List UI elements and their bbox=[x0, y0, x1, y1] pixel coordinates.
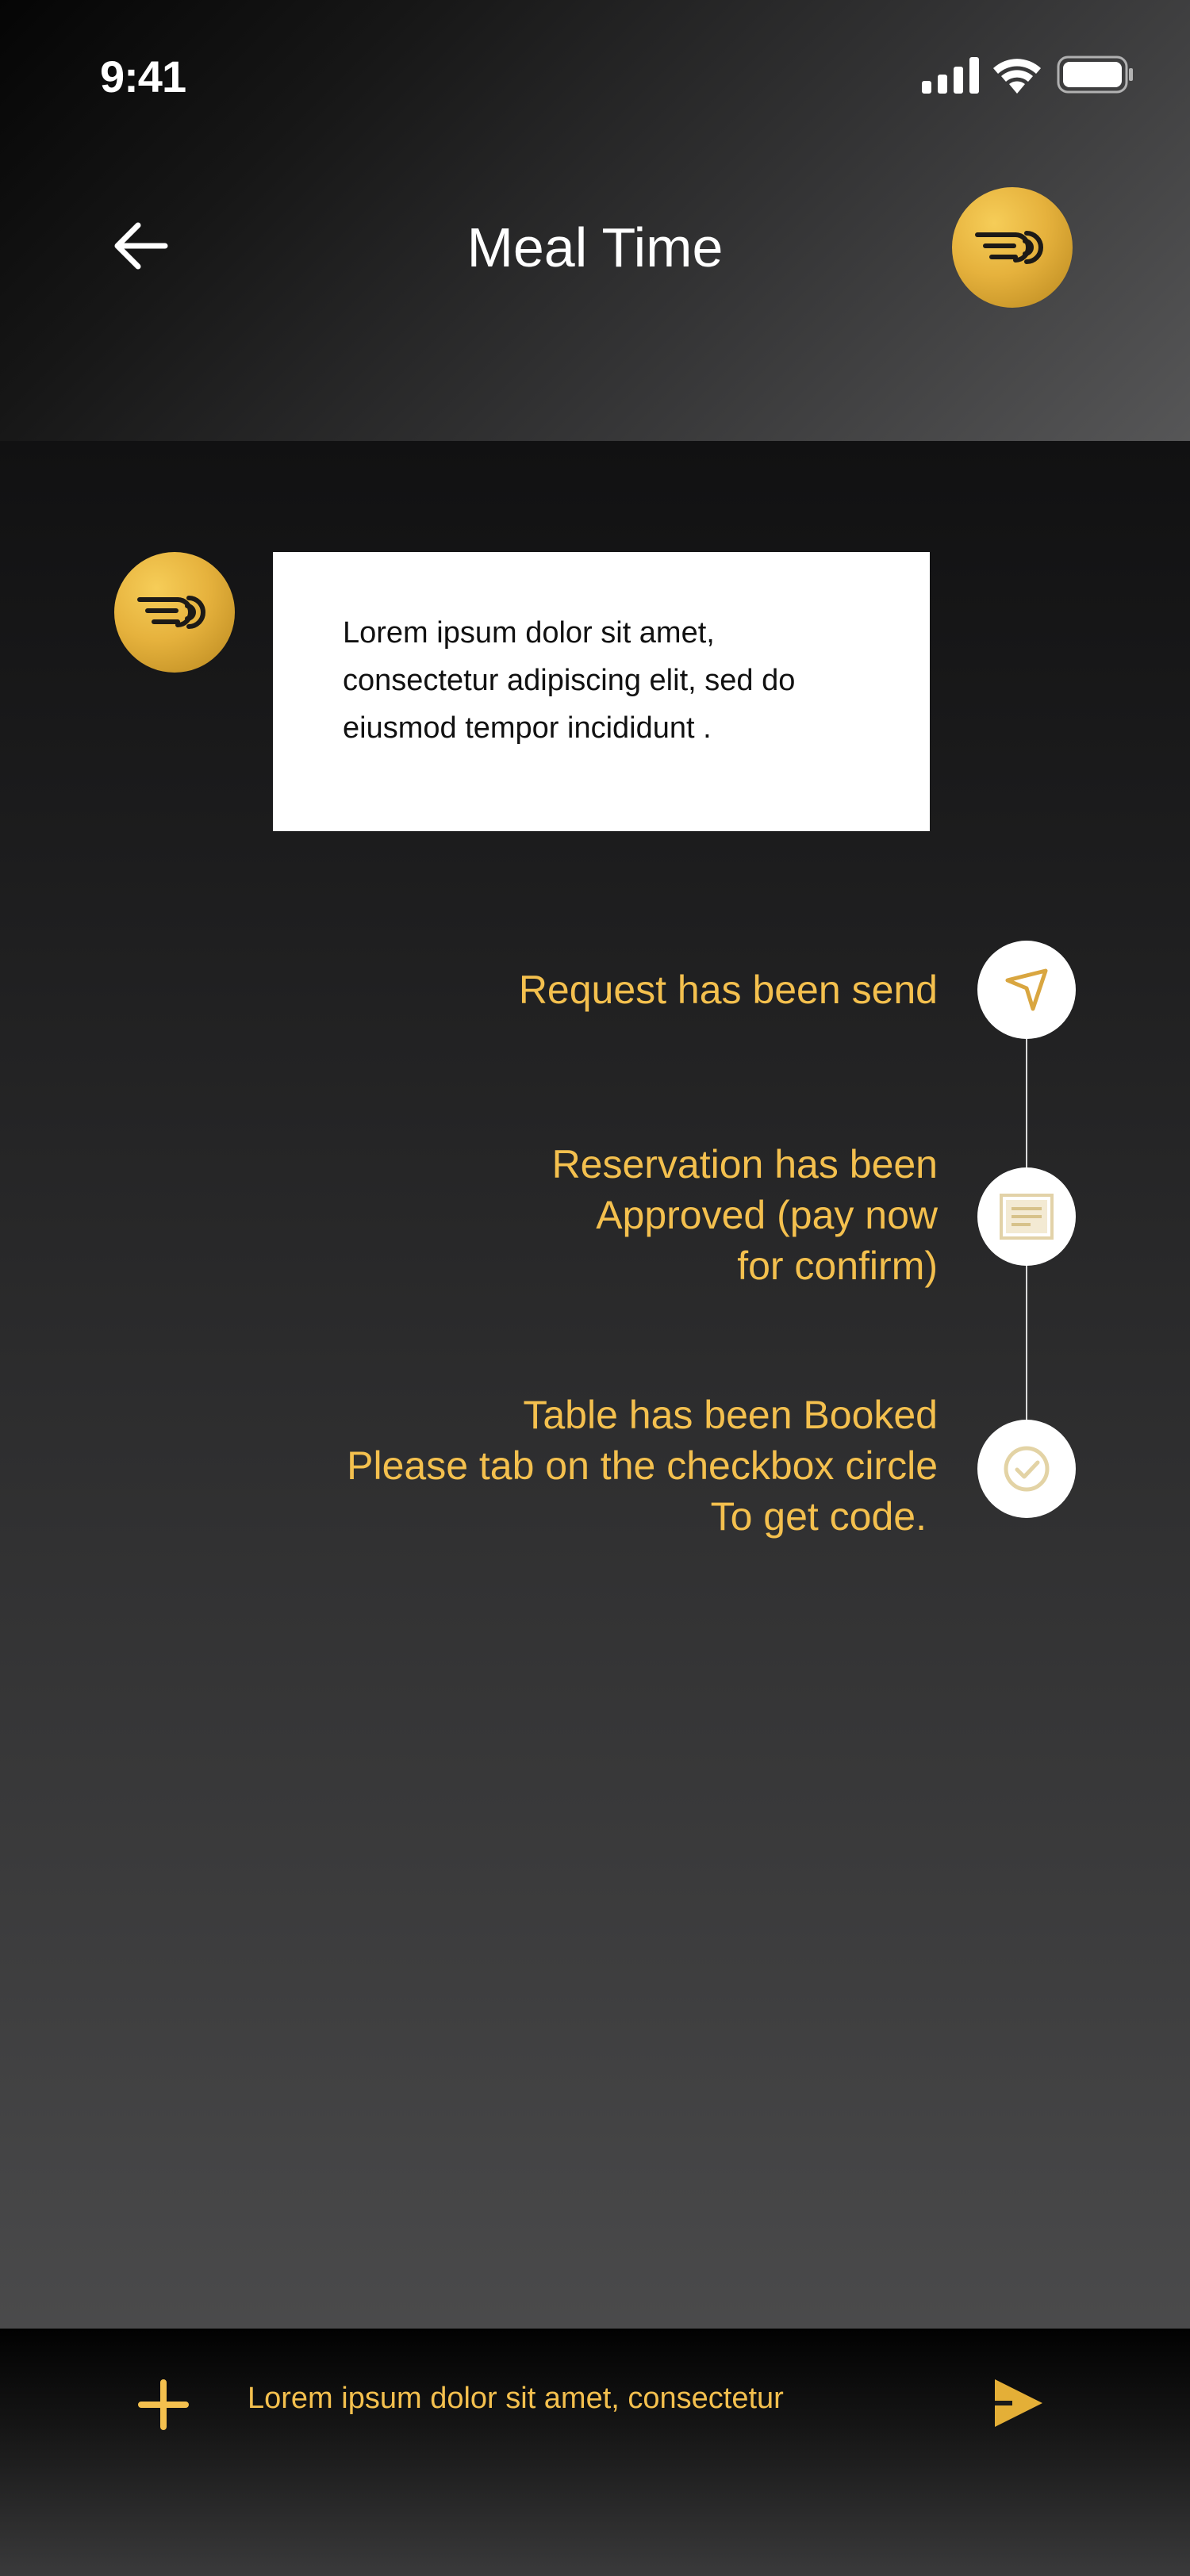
checkbox-circle-button[interactable] bbox=[977, 1420, 1076, 1518]
wifi-icon bbox=[993, 59, 1041, 94]
app-header: 9:41 Meal Time bbox=[0, 0, 1190, 441]
message-text: Lorem ipsum dolor sit amet, consectetur … bbox=[343, 616, 796, 745]
back-button[interactable] bbox=[106, 213, 173, 279]
send-arrow-icon bbox=[995, 2379, 1042, 2427]
arrow-left-icon bbox=[114, 222, 168, 270]
status-icons bbox=[920, 52, 1134, 97]
document-icon bbox=[1000, 1194, 1054, 1240]
checkmark-circle-icon bbox=[1004, 1446, 1050, 1492]
step-line: Reservation has been bbox=[551, 1142, 938, 1186]
step-line: Approved (pay now bbox=[596, 1193, 938, 1237]
brand-logo-icon bbox=[975, 231, 1043, 264]
add-attachment-button[interactable] bbox=[133, 2375, 194, 2435]
message-bubble: Lorem ipsum dolor sit amet, consectetur … bbox=[273, 552, 930, 831]
step-line: for confirm) bbox=[737, 1244, 938, 1288]
page-title: Meal Time bbox=[466, 217, 724, 278]
send-button[interactable] bbox=[988, 2373, 1049, 2433]
status-time: 9:41 bbox=[100, 52, 186, 102]
step-line: To get code. bbox=[710, 1494, 927, 1539]
step-reservation-approved-circle[interactable] bbox=[977, 1167, 1076, 1266]
brand-logo-icon bbox=[137, 596, 205, 629]
signal-icon bbox=[922, 57, 979, 94]
chat-avatar bbox=[114, 552, 235, 673]
message-composer-bar bbox=[0, 2329, 1190, 2576]
timeline-step-table-booked: Table has been Booked Please tab on the … bbox=[224, 1390, 938, 1542]
message-input[interactable] bbox=[248, 2376, 946, 2421]
battery-icon bbox=[1057, 56, 1133, 94]
step-request-sent-circle[interactable] bbox=[977, 941, 1076, 1039]
send-icon bbox=[1005, 968, 1048, 1011]
plus-icon bbox=[138, 2379, 189, 2430]
header-logo[interactable] bbox=[952, 187, 1073, 308]
timeline-step-reservation-approved: Reservation has been Approved (pay now f… bbox=[382, 1139, 938, 1291]
step-line: Request has been send bbox=[518, 968, 938, 1012]
timeline-step-request-sent: Request has been send bbox=[303, 964, 938, 1015]
step-line: Table has been Booked bbox=[523, 1393, 938, 1437]
step-line: Please tab on the checkbox circle bbox=[347, 1443, 938, 1488]
